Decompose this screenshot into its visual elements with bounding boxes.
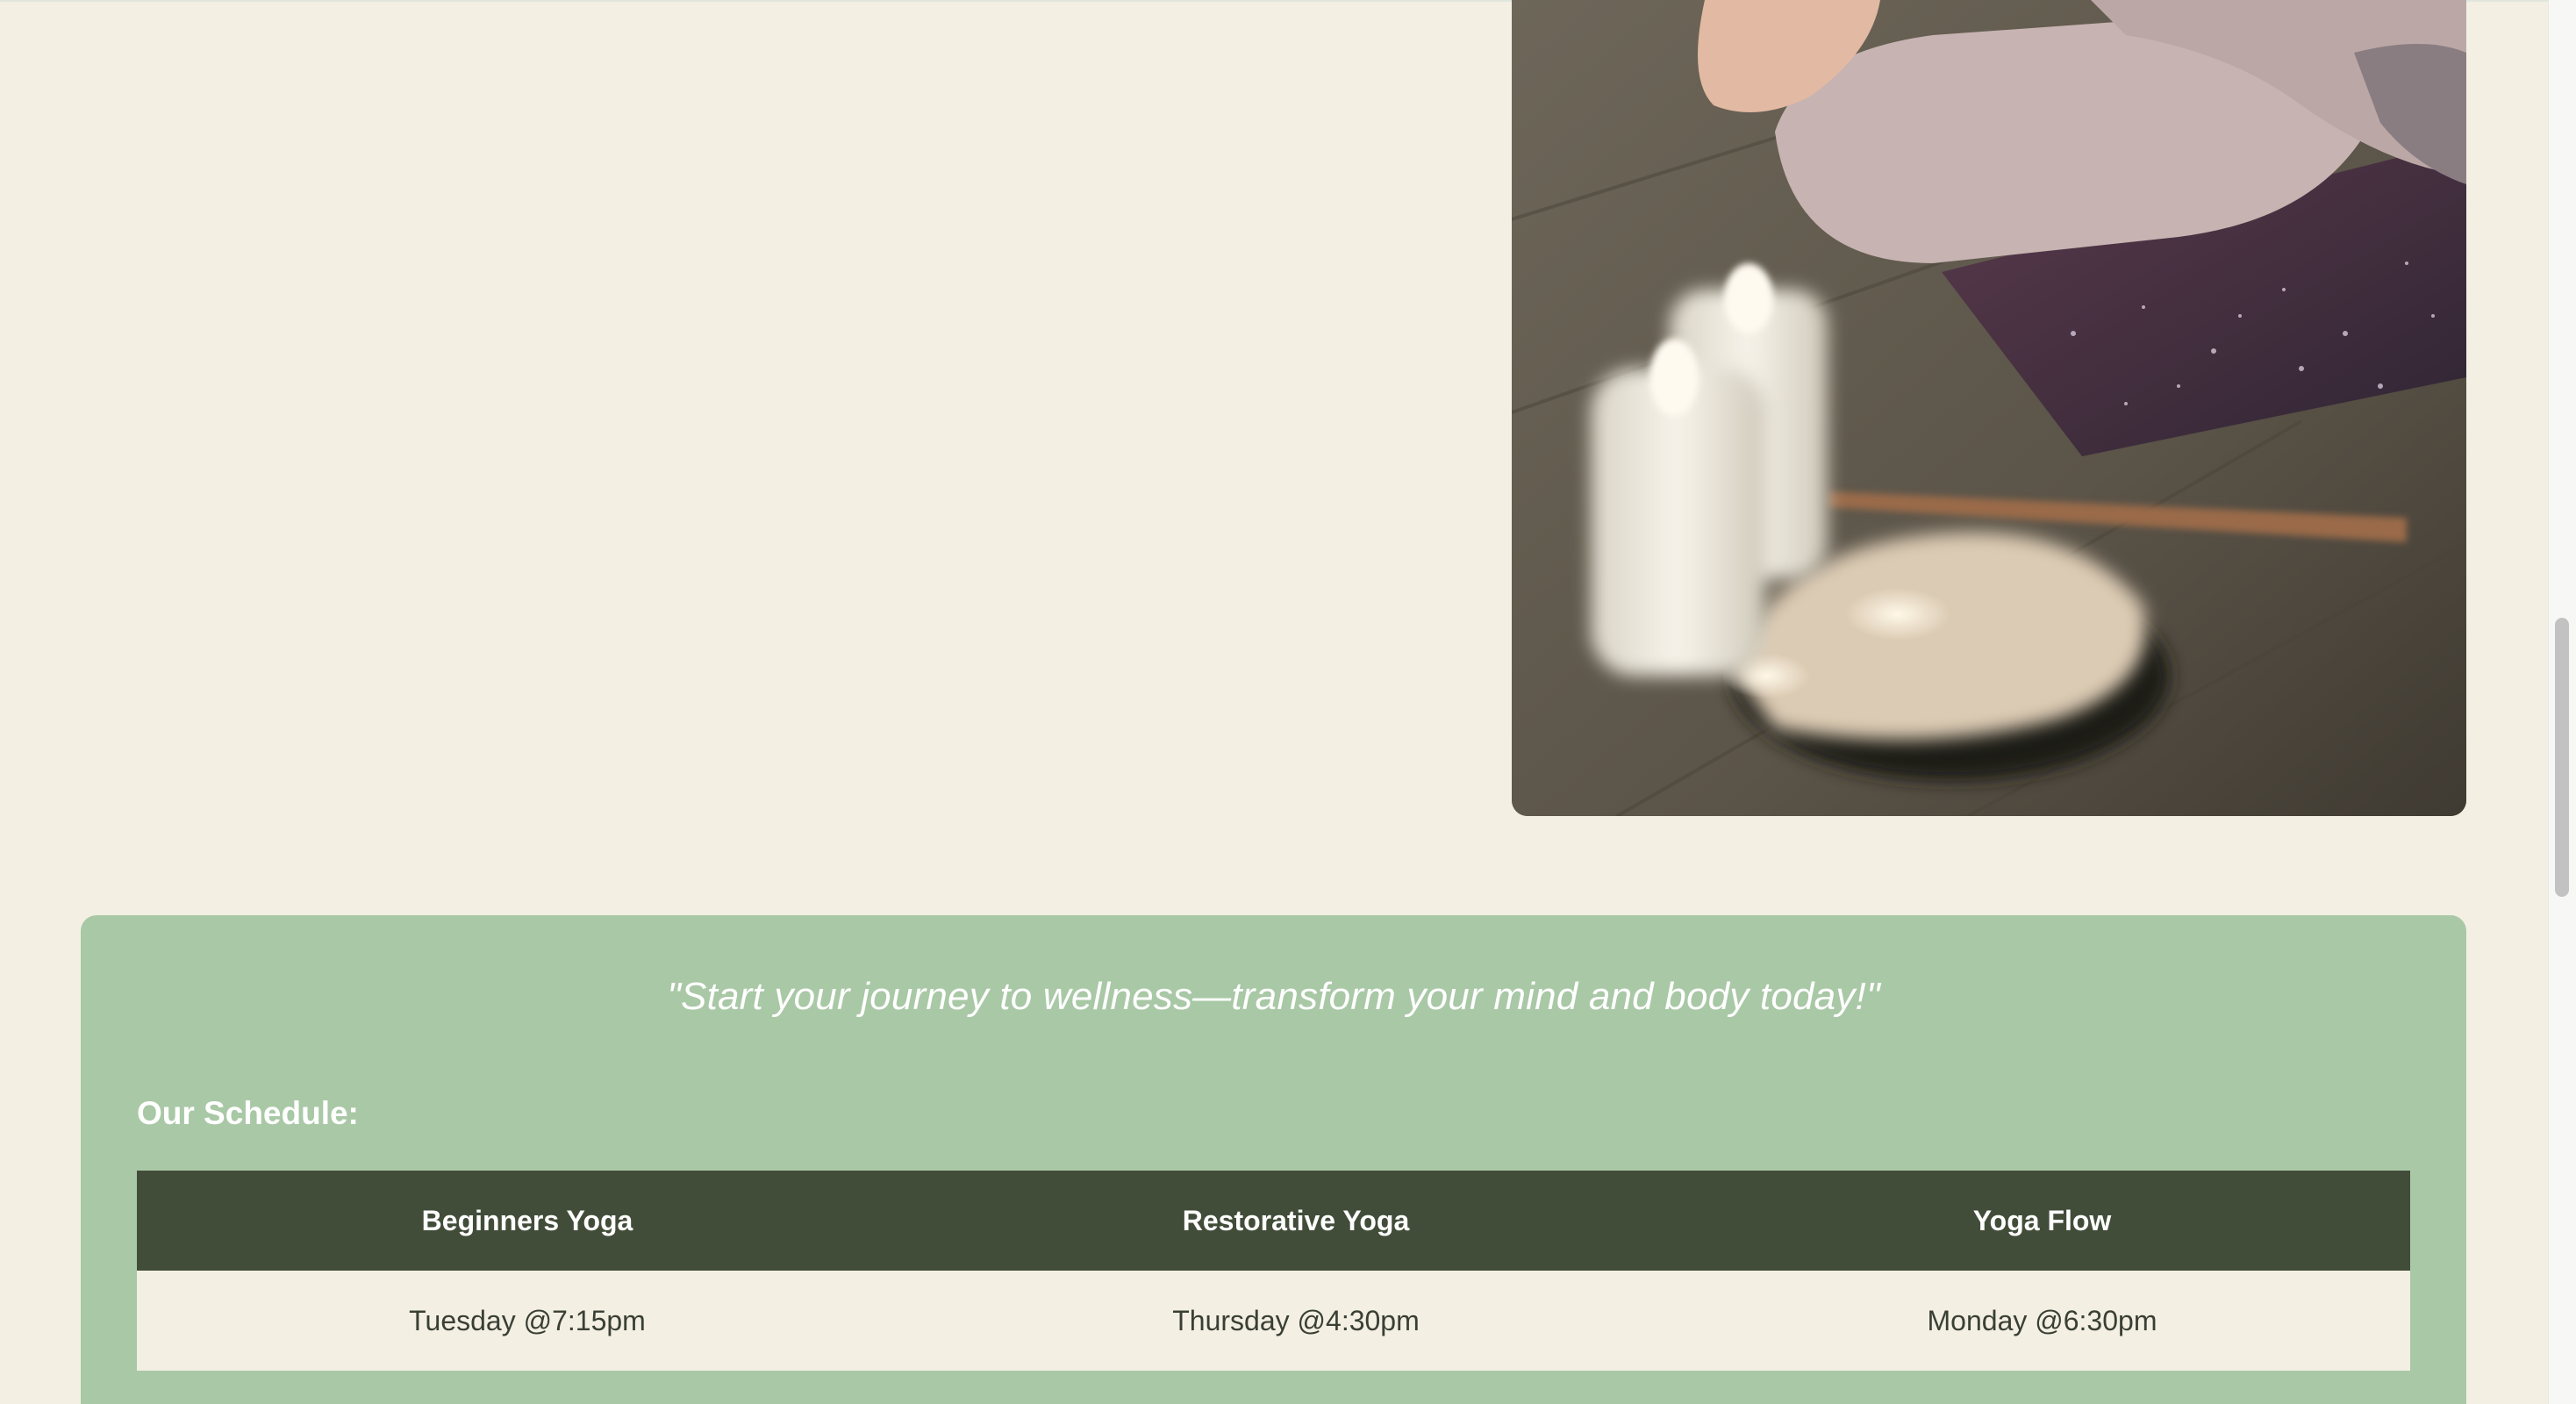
yoga-hero-image xyxy=(1512,0,2466,816)
column-header: Restorative Yoga xyxy=(918,1171,1674,1271)
schedule-table: Beginners Yoga Restorative Yoga Yoga Flo… xyxy=(137,1171,2410,1371)
scrollbar-thumb[interactable] xyxy=(2555,618,2569,897)
motivational-quote: "Start your journey to wellness—transfor… xyxy=(667,975,1880,1018)
schedule-heading: Our Schedule: xyxy=(137,1095,359,1131)
table-cell: Monday @6:30pm xyxy=(1674,1271,2410,1371)
table-cell: Tuesday @7:15pm xyxy=(137,1271,918,1371)
table-cell: Thursday @4:30pm xyxy=(918,1271,1674,1371)
column-header: Beginners Yoga xyxy=(137,1171,918,1271)
promo-section: "Start your journey to wellness—transfor… xyxy=(81,915,2466,1404)
column-header: Yoga Flow xyxy=(1674,1171,2410,1271)
table-header-row: Beginners Yoga Restorative Yoga Yoga Flo… xyxy=(137,1171,2410,1271)
table-row: Tuesday @7:15pm Thursday @4:30pm Monday … xyxy=(137,1271,2410,1371)
page: "Start your journey to wellness—transfor… xyxy=(0,0,2576,1404)
